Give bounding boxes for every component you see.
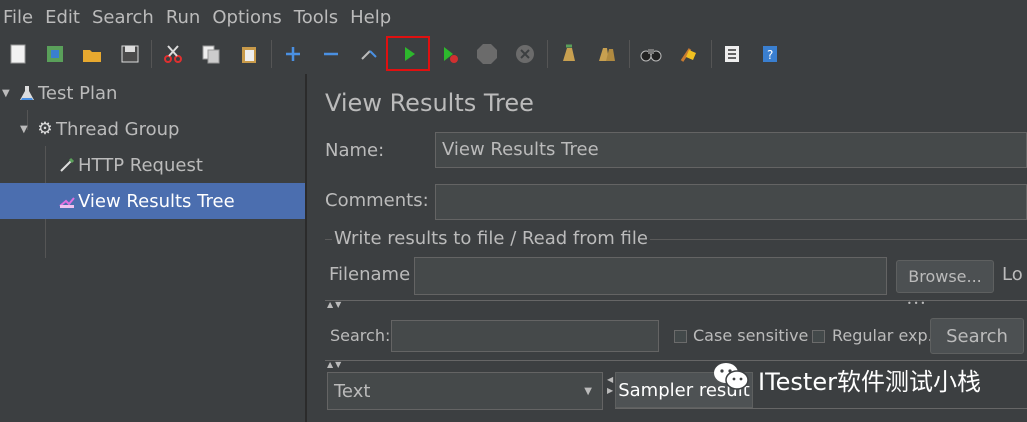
renderer-value: Text (334, 380, 371, 402)
regular-exp-checkbox[interactable] (812, 330, 825, 343)
collapse-icon[interactable] (316, 39, 346, 69)
panel-title: View Results Tree (325, 89, 534, 117)
flask-icon (16, 84, 38, 102)
toolbar: ? (0, 34, 1027, 74)
browse-button[interactable]: Browse... (896, 260, 994, 293)
menu-options[interactable]: Options (209, 7, 284, 28)
function-helper-icon[interactable] (717, 39, 747, 69)
filename-field[interactable] (414, 257, 887, 295)
regular-exp-label: Regular exp. (832, 326, 933, 345)
tree-item-view-results-tree[interactable]: View Results Tree (0, 183, 305, 219)
results-tree-icon (56, 192, 78, 210)
start-highlight-box (386, 36, 430, 71)
menu-run[interactable]: Run (163, 7, 204, 28)
tree-item-http-request[interactable]: HTTP Request (0, 147, 305, 183)
watermark: ITester软件测试小栈 (712, 360, 981, 398)
save-icon[interactable] (115, 39, 145, 69)
tree-item-label: Test Plan (38, 82, 118, 104)
stop-icon[interactable] (472, 39, 502, 69)
comments-label: Comments: (325, 190, 429, 211)
menu-search[interactable]: Search (89, 7, 157, 28)
file-section-title: Write results to file / Read from file (332, 228, 650, 249)
case-sensitive-checkbox[interactable] (674, 330, 687, 343)
splitter-arrows[interactable]: ▲▼ (327, 360, 343, 369)
tree-item-label: View Results Tree (78, 190, 235, 212)
filename-label: Filename (329, 264, 411, 285)
new-icon[interactable] (3, 39, 33, 69)
name-label: Name: (325, 140, 385, 161)
clear-icon[interactable] (554, 39, 584, 69)
shutdown-icon[interactable] (510, 39, 540, 69)
search-button[interactable]: Search (930, 318, 1024, 354)
toggle-icon[interactable] (354, 39, 384, 69)
divider-arrows[interactable]: ◀ ▶ (607, 374, 613, 396)
copy-icon[interactable] (196, 39, 226, 69)
chevron-down-icon[interactable]: ▼ (2, 88, 16, 99)
search-icon[interactable] (636, 39, 666, 69)
search-input[interactable] (391, 320, 659, 352)
splitter-arrows[interactable]: ▲▼ (327, 300, 343, 309)
search-label: Search: (330, 326, 391, 345)
renderer-select[interactable]: Text ▼ (327, 372, 603, 410)
tree-item-thread-group[interactable]: ▼ ⚙ Thread Group (0, 111, 305, 147)
tree-item-test-plan[interactable]: ▼ Test Plan (0, 75, 305, 111)
name-field[interactable]: View Results Tree (435, 132, 1027, 168)
chevron-down-icon[interactable]: ▼ (20, 124, 34, 135)
open-icon[interactable] (77, 39, 107, 69)
watermark-text: ITester软件测试小栈 (758, 367, 981, 396)
menu-bar: File Edit Search Run Options Tools Help (0, 0, 1027, 34)
menu-edit[interactable]: Edit (42, 7, 83, 28)
cut-icon[interactable] (158, 39, 188, 69)
pipette-icon (56, 156, 78, 174)
reset-search-icon[interactable] (674, 39, 704, 69)
comments-field[interactable] (435, 184, 1027, 220)
splitter-grip[interactable]: ••• (907, 299, 927, 308)
tree-item-label: Thread Group (56, 118, 180, 140)
paste-icon[interactable] (234, 39, 264, 69)
templates-icon[interactable] (40, 39, 70, 69)
case-sensitive-label: Case sensitive (693, 326, 809, 345)
menu-tools[interactable]: Tools (291, 7, 341, 28)
gear-icon: ⚙ (37, 119, 53, 139)
chevron-down-icon: ▼ (584, 385, 592, 397)
svg-text:?: ? (767, 48, 773, 62)
test-plan-tree: ▼ Test Plan ▼ ⚙ Thread Group HTTP Reques… (0, 74, 305, 422)
menu-file[interactable]: File (0, 7, 36, 28)
start-no-pauses-icon[interactable] (434, 39, 464, 69)
menu-help[interactable]: Help (347, 7, 394, 28)
expand-icon[interactable] (278, 39, 308, 69)
tree-item-label: HTTP Request (78, 154, 203, 176)
clear-all-icon[interactable] (592, 39, 622, 69)
log-label: Lo (1002, 264, 1023, 285)
help-icon[interactable]: ? (755, 39, 785, 69)
wechat-icon (712, 360, 750, 398)
